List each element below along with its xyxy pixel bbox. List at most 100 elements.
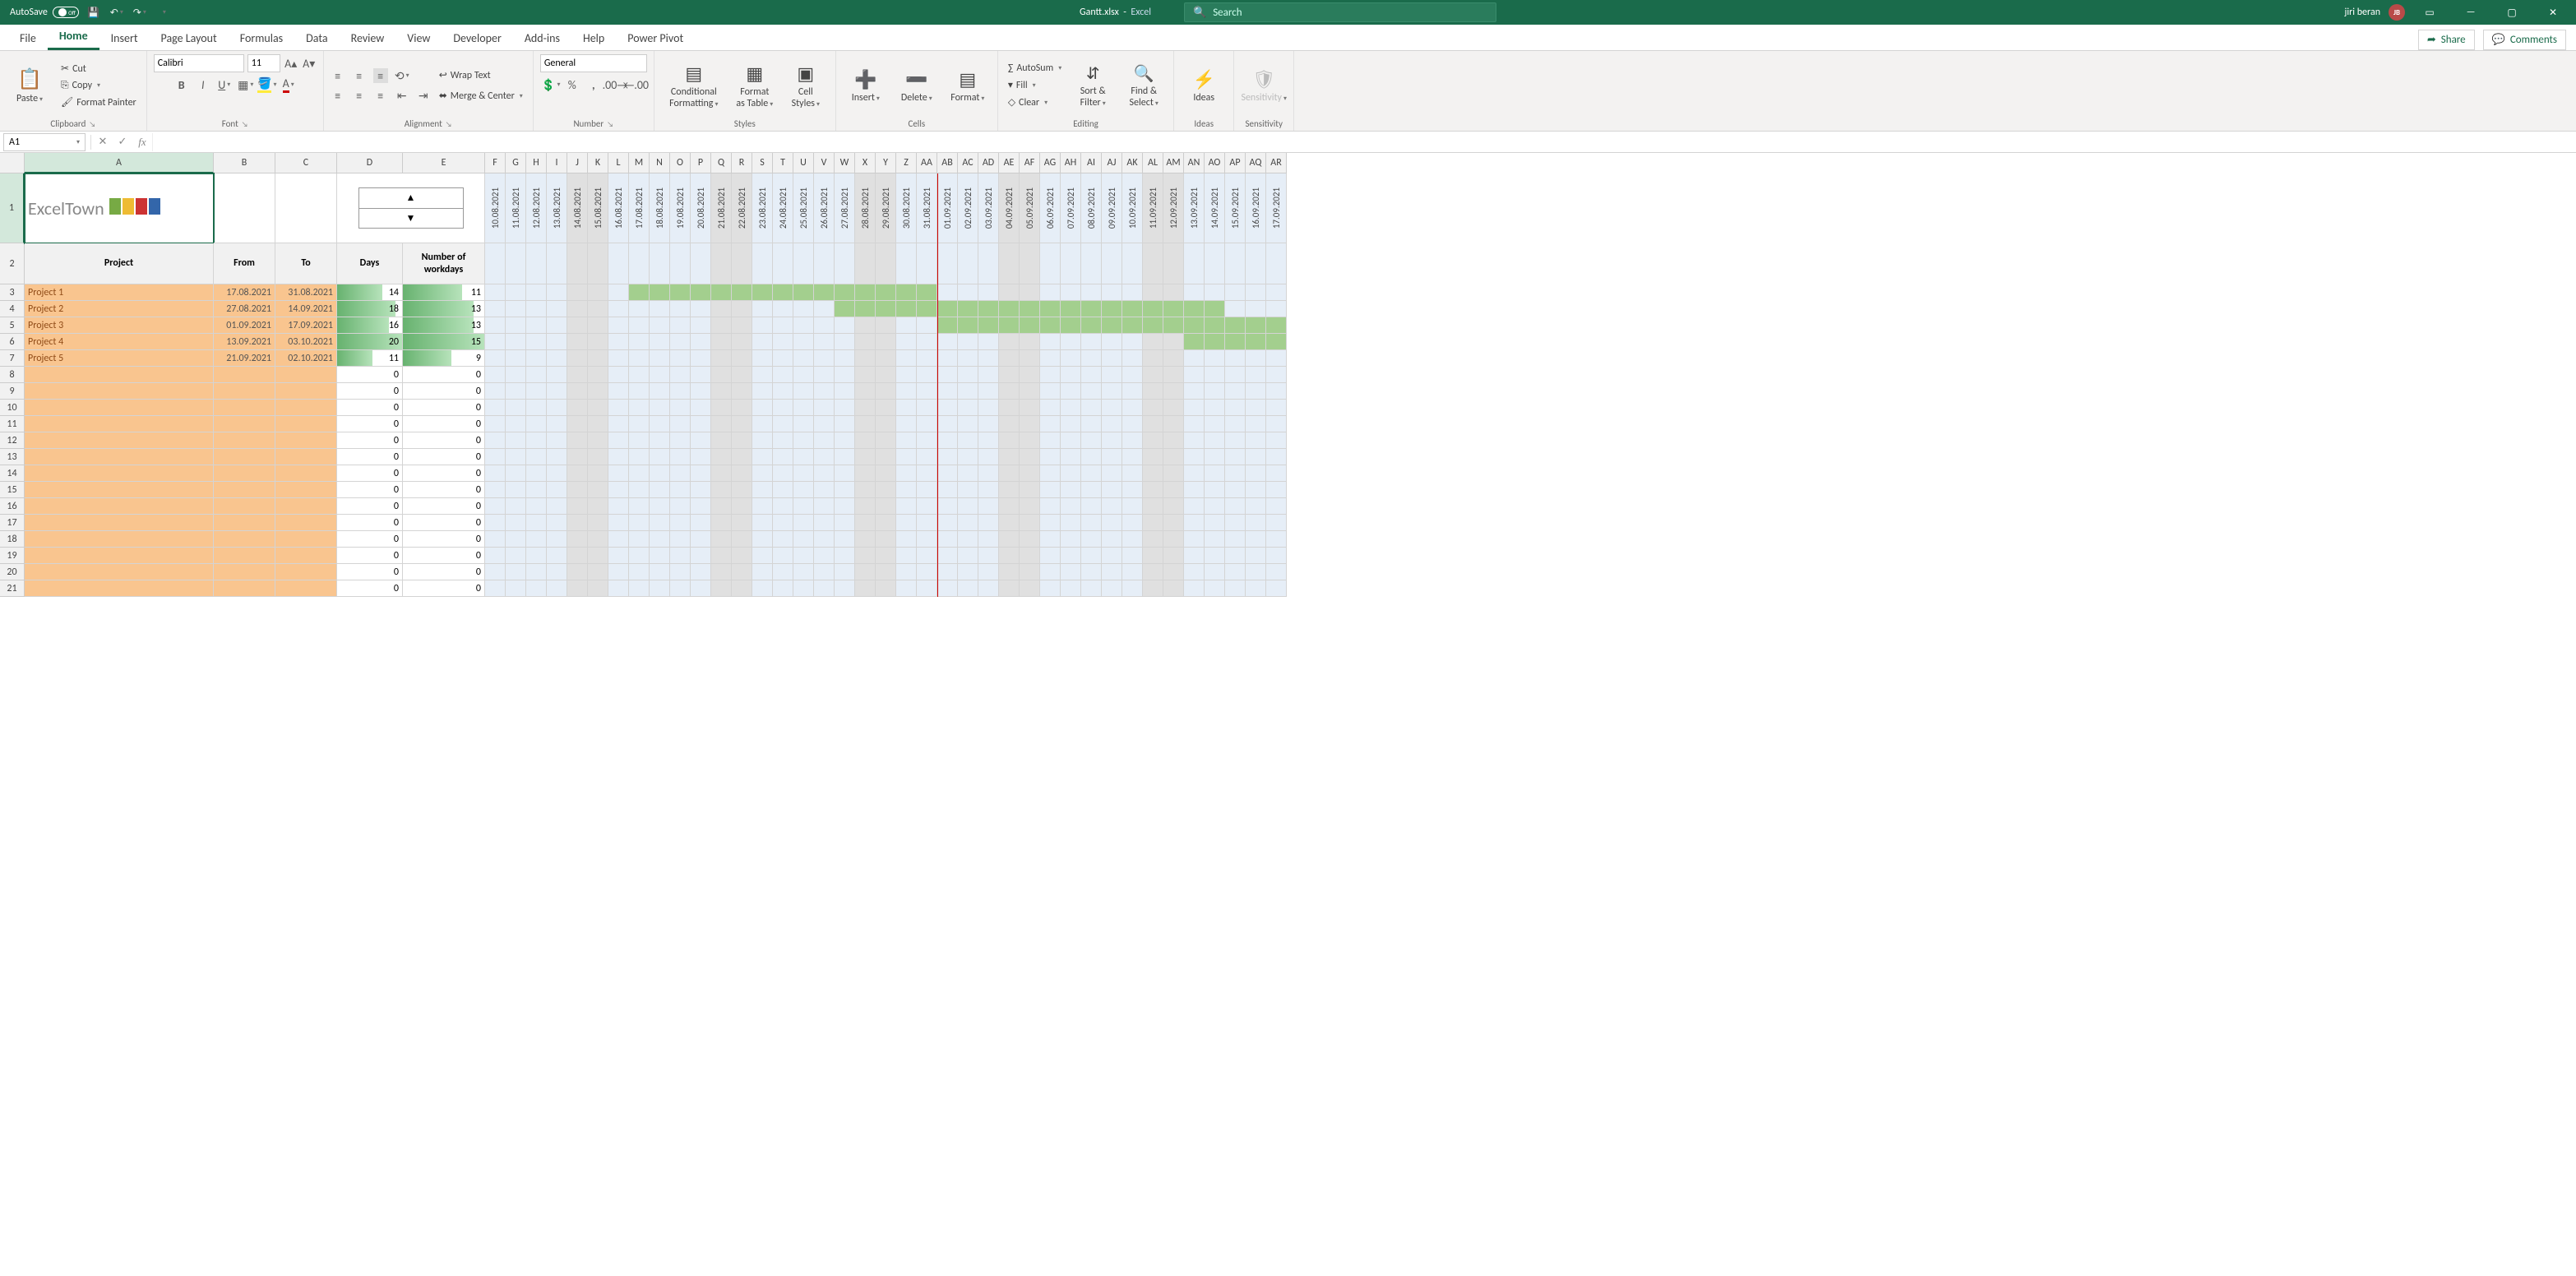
qat-dropdown[interactable]: ▾ [156, 4, 173, 21]
gantt-cell[interactable] [1061, 416, 1081, 432]
gantt-cell[interactable] [1225, 498, 1246, 515]
gantt-cell[interactable] [896, 580, 917, 597]
gantt-cell[interactable] [855, 334, 876, 350]
gantt-cell[interactable] [937, 498, 958, 515]
gantt-cell[interactable] [1246, 367, 1266, 383]
gantt-cell[interactable] [670, 301, 691, 317]
gantt-cell[interactable] [1266, 531, 1287, 548]
fill-color-button[interactable]: 🪣▾ [260, 77, 275, 92]
column-header[interactable]: X [855, 153, 876, 173]
gantt-cell[interactable] [1020, 416, 1040, 432]
gantt-cell[interactable] [691, 531, 711, 548]
gantt-cell[interactable] [896, 449, 917, 465]
align-bottom-icon[interactable]: ≡ [373, 68, 388, 83]
gantt-cell[interactable] [1143, 498, 1163, 515]
gantt-cell[interactable] [1061, 515, 1081, 531]
gantt-cell[interactable] [629, 465, 650, 482]
gantt-cell[interactable] [1225, 367, 1246, 383]
row-header[interactable]: 9 [0, 383, 25, 400]
column-header[interactable]: AO [1205, 153, 1225, 173]
gantt-cell[interactable] [526, 548, 547, 564]
gantt-cell[interactable] [917, 400, 937, 416]
gantt-cell[interactable] [1205, 432, 1225, 449]
gantt-cell[interactable] [1205, 383, 1225, 400]
workdays-cell[interactable]: 0 [403, 432, 485, 449]
gantt-cell[interactable] [506, 317, 526, 334]
gantt-cell[interactable] [1102, 498, 1122, 515]
gantt-cell[interactable] [978, 482, 999, 498]
gantt-cell[interactable] [1081, 317, 1102, 334]
gantt-cell[interactable] [773, 515, 793, 531]
gantt-cell[interactable] [1081, 301, 1102, 317]
gantt-cell[interactable] [896, 334, 917, 350]
gantt-cell[interactable] [999, 400, 1020, 416]
gantt-cell[interactable] [711, 383, 732, 400]
gantt-cell[interactable] [670, 416, 691, 432]
from-date-cell[interactable]: 17.08.2021 [214, 284, 275, 301]
gantt-cell[interactable] [814, 548, 835, 564]
column-header[interactable]: T [773, 153, 793, 173]
gantt-cell[interactable] [773, 531, 793, 548]
gantt-cell[interactable] [937, 383, 958, 400]
gantt-cell[interactable] [876, 383, 896, 400]
column-header[interactable]: W [835, 153, 855, 173]
tab-data[interactable]: Data [294, 26, 339, 50]
gantt-cell[interactable] [567, 580, 588, 597]
gantt-cell[interactable] [814, 432, 835, 449]
gantt-cell[interactable] [1020, 482, 1040, 498]
delete-cells-button[interactable]: ➖Delete▾ [894, 65, 940, 107]
gantt-cell[interactable] [876, 531, 896, 548]
gantt-cell[interactable] [670, 284, 691, 301]
gantt-cell[interactable] [1102, 449, 1122, 465]
gantt-cell[interactable] [1102, 284, 1122, 301]
user-avatar[interactable]: JB [2389, 4, 2405, 21]
select-all-corner[interactable] [0, 153, 25, 173]
align-middle-icon[interactable]: ≡ [352, 68, 367, 83]
date-header-cell[interactable]: 07.09.2021 [1061, 173, 1081, 243]
gantt-cell[interactable] [814, 515, 835, 531]
gantt-cell[interactable] [917, 432, 937, 449]
wrap-text-button[interactable]: ↩Wrap Text [436, 67, 526, 83]
column-header[interactable]: AG [1040, 153, 1061, 173]
gantt-cell[interactable] [1061, 498, 1081, 515]
gantt-cell[interactable] [608, 449, 629, 465]
date-header-cell[interactable]: 18.08.2021 [650, 173, 670, 243]
gantt-cell[interactable] [1081, 400, 1102, 416]
gantt-cell[interactable] [1122, 350, 1143, 367]
gantt-cell[interactable] [485, 317, 506, 334]
gantt-cell[interactable] [526, 284, 547, 301]
gantt-cell[interactable] [814, 317, 835, 334]
gantt-cell[interactable] [732, 317, 752, 334]
align-right-icon[interactable]: ≡ [373, 88, 388, 103]
gantt-cell[interactable] [1081, 548, 1102, 564]
gantt-cell[interactable] [978, 498, 999, 515]
workdays-cell[interactable]: 0 [403, 482, 485, 498]
gantt-cell[interactable] [485, 284, 506, 301]
gantt-cell[interactable] [1020, 432, 1040, 449]
gantt-cell[interactable] [526, 301, 547, 317]
gantt-cell[interactable] [1205, 334, 1225, 350]
gantt-cell[interactable] [1246, 350, 1266, 367]
gantt-cell[interactable] [732, 564, 752, 580]
gantt-cell[interactable] [608, 548, 629, 564]
gantt-cell[interactable] [567, 449, 588, 465]
to-date-cell[interactable]: 02.10.2021 [275, 350, 337, 367]
date-header-cell[interactable]: 11.09.2021 [1143, 173, 1163, 243]
gantt-cell[interactable] [752, 432, 773, 449]
gantt-cell[interactable] [814, 334, 835, 350]
gantt-cell[interactable] [1061, 367, 1081, 383]
workdays-cell[interactable]: 0 [403, 548, 485, 564]
gantt-cell[interactable] [773, 350, 793, 367]
gantt-cell[interactable] [1205, 531, 1225, 548]
gantt-cell[interactable] [732, 531, 752, 548]
font-size-select[interactable] [247, 54, 280, 72]
search-input[interactable]: 🔍 Search [1184, 2, 1496, 22]
row-header[interactable]: 7 [0, 350, 25, 367]
gantt-cell[interactable] [547, 548, 567, 564]
row-header[interactable]: 6 [0, 334, 25, 350]
workdays-cell[interactable]: 11 [403, 284, 485, 301]
column-header[interactable]: Q [711, 153, 732, 173]
gantt-cell[interactable] [1184, 580, 1205, 597]
gantt-cell[interactable] [650, 416, 670, 432]
gantt-cell[interactable] [588, 498, 608, 515]
